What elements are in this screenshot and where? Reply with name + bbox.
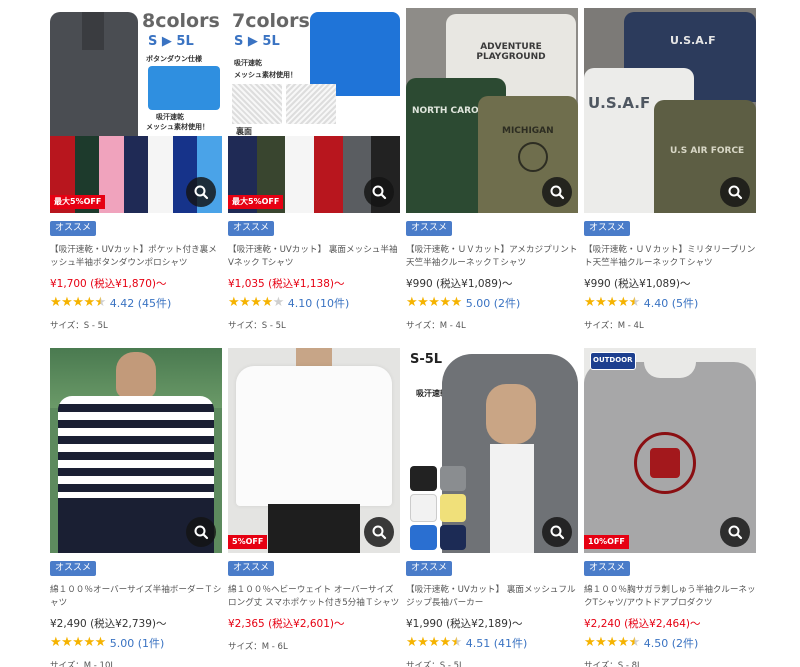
image-feature-text: メッシュ素材使用！: [234, 71, 297, 79]
zoom-icon[interactable]: [364, 177, 394, 207]
product-size: サイズ：S - 5L: [50, 320, 108, 331]
product-size: サイズ：M - 4L: [406, 320, 466, 331]
rating-stars: ★★★★★: [406, 635, 462, 651]
product-size: サイズ：S - 5L: [228, 320, 286, 331]
product-title[interactable]: 【吸汗速乾・ＵＶカット】アメカジプリント天竺半袖クルーネックＴシャツ: [406, 244, 578, 270]
product-image[interactable]: 5%OFF: [228, 348, 400, 553]
product-price: ¥1,700 (税込¥1,870)～: [50, 277, 167, 290]
product-title[interactable]: 【吸汗速乾・ＵＶカット】ミリタリープリント天竺半袖クルーネックＴシャツ: [584, 244, 756, 270]
product-image[interactable]: ADVENTURE PLAYGROUND NORTH CAROLINA MICH…: [406, 8, 578, 213]
product-image[interactable]: S-5L 吸汗速乾: [406, 348, 578, 553]
zoom-icon[interactable]: [720, 177, 750, 207]
image-colors-text: 7colors: [232, 10, 310, 32]
product-title[interactable]: 【吸汗速乾・UVカット】ポケット付き裏メッシュ半袖ボタンダウンポロシャツ: [50, 244, 222, 270]
recommend-badge: オススメ: [584, 221, 631, 236]
product-image[interactable]: U.S.A.F U.S.A.F U.S AIR FORCE: [584, 8, 756, 213]
recommend-badge: オススメ: [406, 221, 453, 236]
product-rating: ★★★★★ 4.40 (5件): [584, 295, 756, 311]
product-image[interactable]: 7colors S ▶ 5L 吸汗速乾 メッシュ素材使用！ 裏面 最大5%OFF: [228, 8, 400, 213]
image-feature-text: メッシュ素材使用！: [146, 123, 209, 131]
discount-badge: 最大5%OFF: [228, 195, 284, 209]
product-rating: ★★★★★ 4.42 (45件): [50, 295, 222, 311]
product-price: ¥1,035 (税込¥1,138)～: [228, 277, 345, 290]
product-card[interactable]: OUTDOOR 10%OFF オススメ 綿１００％胸サガラ刺しゅう半袖クルーネッ…: [584, 348, 756, 667]
recommend-badge: オススメ: [50, 221, 97, 236]
print-text: U.S.A.F: [588, 94, 651, 112]
zoom-icon[interactable]: [186, 517, 216, 547]
product-card[interactable]: 7colors S ▶ 5L 吸汗速乾 メッシュ素材使用！ 裏面 最大5%OFF…: [228, 8, 400, 331]
rating-stars: ★★★★★: [584, 295, 640, 311]
product-card[interactable]: U.S.A.F U.S.A.F U.S AIR FORCE オススメ 【吸汗速乾…: [584, 8, 756, 331]
product-grid: 8colors S ▶ 5L ボタンダウン仕様 吸汗速乾 メッシュ素材使用！ 最…: [0, 0, 800, 667]
product-size: サイズ：M - 4L: [584, 320, 644, 331]
print-text: U.S.A.F: [670, 34, 716, 47]
image-feature-text: ボタンダウン仕様: [146, 55, 202, 63]
image-size-text: S-5L: [410, 352, 443, 367]
product-size: サイズ：M - 10L: [50, 660, 116, 667]
product-rating: ★★★★★ 5.00 (1件): [50, 635, 222, 651]
rating-score[interactable]: 4.10 (10件): [288, 295, 350, 311]
product-price: ¥2,240 (税込¥2,464)～: [584, 617, 701, 630]
product-image[interactable]: 8colors S ▶ 5L ボタンダウン仕様 吸汗速乾 メッシュ素材使用！ 最…: [50, 8, 222, 213]
image-feature-text: 吸汗速乾: [156, 113, 184, 121]
product-image[interactable]: OUTDOOR 10%OFF: [584, 348, 756, 553]
image-size-text: S ▶ 5L: [234, 34, 280, 49]
product-size: サイズ：S - 5L: [406, 660, 464, 667]
image-feature-text: 吸汗速乾: [234, 59, 262, 67]
print-text: ADVENTURE PLAYGROUND: [476, 42, 546, 62]
zoom-icon[interactable]: [364, 517, 394, 547]
product-size: サイズ：M - 6L: [228, 641, 288, 652]
recommend-badge: オススメ: [406, 561, 453, 576]
recommend-badge: オススメ: [50, 561, 97, 576]
rating-stars: ★★★★★: [406, 295, 462, 311]
rating-score[interactable]: 5.00 (1件): [110, 635, 165, 651]
product-title[interactable]: 綿１００％ヘビーウェイト オーバーサイズロング丈 スマホポケット付き5分袖Ｔシャ…: [228, 584, 400, 610]
product-rating: ★★★★★ 4.10 (10件): [228, 295, 400, 311]
zoom-icon[interactable]: [542, 517, 572, 547]
rating-score[interactable]: 4.51 (41件): [466, 635, 528, 651]
image-colors-text: 8colors: [142, 10, 220, 32]
product-image[interactable]: [50, 348, 222, 553]
product-title[interactable]: 綿１００％胸サガラ刺しゅう半袖クルーネックTシャツ/アウトドアプロダクツ: [584, 584, 756, 610]
rating-score[interactable]: 4.50 (2件): [644, 635, 699, 651]
zoom-icon[interactable]: [186, 177, 216, 207]
recommend-badge: オススメ: [228, 221, 275, 236]
rating-stars: ★★★★★: [50, 635, 106, 651]
recommend-badge: オススメ: [228, 561, 275, 576]
discount-badge: 5%OFF: [228, 535, 268, 549]
product-price: ¥1,990 (税込¥2,189)～: [406, 617, 523, 630]
product-size: サイズ：S - 8L: [584, 660, 642, 667]
rating-stars: ★★★★★: [50, 295, 106, 311]
rating-score[interactable]: 4.42 (45件): [110, 295, 172, 311]
product-card[interactable]: オススメ 綿１００％オーバーサイズ半袖ボーダーＴシャツ ¥2,490 (税込¥2…: [50, 348, 222, 667]
rating-score[interactable]: 4.40 (5件): [644, 295, 699, 311]
image-size-text: S ▶ 5L: [148, 34, 194, 49]
product-rating: ★★★★★ 4.51 (41件): [406, 635, 578, 651]
rating-score[interactable]: 5.00 (2件): [466, 295, 521, 311]
print-text: U.S AIR FORCE: [670, 146, 745, 156]
product-price: ¥990 (税込¥1,089)～: [406, 277, 513, 290]
product-price: ¥990 (税込¥1,089)～: [584, 277, 691, 290]
zoom-icon[interactable]: [542, 177, 572, 207]
discount-badge: 最大5%OFF: [50, 195, 106, 209]
product-card[interactable]: S-5L 吸汗速乾 オススメ 【吸汗速乾・UVカット】 裏面メッシュフルジップ長…: [406, 348, 578, 667]
print-text: MICHIGAN: [502, 126, 554, 136]
discount-badge: 10%OFF: [584, 535, 629, 549]
product-title[interactable]: 【吸汗速乾・UVカット】 裏面メッシュフルジップ長袖パーカー: [406, 584, 578, 610]
recommend-badge: オススメ: [584, 561, 631, 576]
zoom-icon[interactable]: [720, 517, 750, 547]
rating-stars: ★★★★★: [228, 295, 284, 311]
product-rating: ★★★★★ 4.50 (2件): [584, 635, 756, 651]
product-price: ¥2,365 (税込¥2,601)～: [228, 617, 345, 630]
rating-stars: ★★★★★: [584, 635, 640, 651]
product-title[interactable]: 綿１００％オーバーサイズ半袖ボーダーＴシャツ: [50, 584, 222, 610]
brand-logo-text: OUTDOOR: [593, 356, 633, 364]
product-card[interactable]: ADVENTURE PLAYGROUND NORTH CAROLINA MICH…: [406, 8, 578, 331]
product-card[interactable]: 8colors S ▶ 5L ボタンダウン仕様 吸汗速乾 メッシュ素材使用！ 最…: [50, 8, 222, 331]
product-price: ¥2,490 (税込¥2,739)～: [50, 617, 167, 630]
product-title[interactable]: 【吸汗速乾・UVカット】 裏面メッシュ半袖Vネック Tシャツ: [228, 244, 400, 270]
product-rating: ★★★★★ 5.00 (2件): [406, 295, 578, 311]
product-card[interactable]: 5%OFF オススメ 綿１００％ヘビーウェイト オーバーサイズロング丈 スマホポ…: [228, 348, 400, 652]
